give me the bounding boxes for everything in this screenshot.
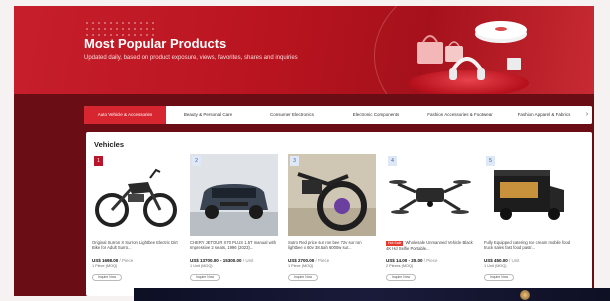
inquire-button[interactable]: Inquire Now (386, 274, 416, 281)
bike-closeup-icon (288, 154, 376, 236)
featured-products-illustration (417, 21, 527, 80)
chevron-right-icon[interactable]: › (582, 106, 592, 124)
product-description[interactable]: Hot Sale Wholesale Unmanned Vehicle Black… (386, 240, 474, 256)
page: Most Popular Products Updated daily, bas… (0, 0, 610, 301)
product-moq: 1 Unit (MOQ) (484, 264, 507, 268)
product-image[interactable]: 2 (190, 154, 278, 236)
product-card[interactable]: 4 Hot Sale Wholesale Unmanned Vehicle Bla… (386, 154, 474, 294)
inquire-button[interactable]: Inquire Now (484, 274, 514, 281)
product-image[interactable]: 1 (92, 154, 180, 236)
product-cards: 1 Original Surron X Surron Lightbee Elec… (92, 154, 572, 294)
product-price: US$ 450.00 / Unit (484, 258, 520, 263)
product-description[interactable]: CHERY JETOUR X70 PLUS 1.5T manual with I… (190, 240, 278, 256)
rank-badge: 4 (388, 156, 397, 166)
product-price: US$ 13700.00 - 15300.00 / Unit (190, 258, 254, 263)
rank-badge: 2 (192, 156, 201, 166)
inquire-button[interactable]: Inquire Now (288, 274, 318, 281)
product-description[interactable]: Sutro Red price sur ron bee 72v sur ron … (288, 240, 376, 256)
section-title: Vehicles (94, 140, 125, 149)
product-card[interactable]: 3 Sutro Red price sur ron bee 72v sur ro… (288, 154, 376, 294)
page-subtitle: Updated daily, based on product exposure… (84, 55, 298, 61)
product-description[interactable]: Fully Equipped catering Ice cream mobile… (484, 240, 572, 256)
rank-badge: 5 (486, 156, 495, 166)
product-image[interactable]: 4 (386, 154, 474, 236)
suv-icon (190, 154, 278, 236)
category-tabs: Auto Vehicle & Accessories Beauty & Pers… (84, 106, 592, 124)
product-price: US$ 2700.00 / Piece (288, 258, 330, 263)
screen-frame: Most Popular Products Updated daily, bas… (14, 6, 594, 296)
tab-fashion-apparel-fabrics[interactable]: Fashion Apparel & Fabrics (502, 106, 586, 124)
product-image[interactable]: 3 (288, 154, 376, 236)
page-title: Most Popular Products (84, 36, 227, 51)
food-truck-icon (494, 170, 564, 220)
product-card[interactable]: 2 CHERY JETOUR X70 PLUS 1.5T manual with… (190, 154, 278, 294)
tab-auto-vehicle-accessories[interactable]: Auto Vehicle & Accessories (84, 106, 166, 124)
product-description[interactable]: Original Surron X Surron Lightbee Electr… (92, 240, 180, 256)
product-list-panel: Vehicles 1 Original Surron X Surron Ligh… (86, 132, 592, 296)
planet-icon (520, 290, 530, 300)
product-card[interactable]: 1 Original Surron X Surron Lightbee Elec… (92, 154, 180, 294)
product-price: US$ 1698.00 / Piece (92, 258, 134, 263)
rank-badge: 1 (94, 156, 103, 166)
product-moq: 1 Piece (MOQ) (92, 264, 118, 268)
product-moq: 2 Pieces (MOQ) (386, 264, 414, 268)
inquire-button[interactable]: Inquire Now (92, 274, 122, 281)
dirt-bike-icon (95, 168, 177, 227)
tab-consumer-electronics[interactable]: Consumer Electronics (250, 106, 334, 124)
product-price: US$ 14.00 - 20.00 / Piece (386, 258, 438, 263)
inquire-button[interactable]: Inquire Now (190, 274, 220, 281)
product-moq: 1 Piece (MOQ) (288, 264, 314, 268)
product-moq: 1 Unit (MOQ) (190, 264, 213, 268)
product-card[interactable]: 5 Fully Equipped catering Ice cream mobi… (484, 154, 572, 294)
tab-fashion-accessories-footwear[interactable]: Fashion Accessories & Footwear (418, 106, 502, 124)
bottom-overlay-image (134, 288, 610, 301)
tab-electronic-components[interactable]: Electronic Components (334, 106, 418, 124)
product-image[interactable]: 5 (484, 154, 572, 236)
hero-banner: Most Popular Products Updated daily, bas… (14, 6, 594, 98)
drone-icon (389, 180, 471, 214)
tab-beauty-personal-care[interactable]: Beauty & Personal Care (166, 106, 250, 124)
rank-badge: 3 (290, 156, 299, 166)
